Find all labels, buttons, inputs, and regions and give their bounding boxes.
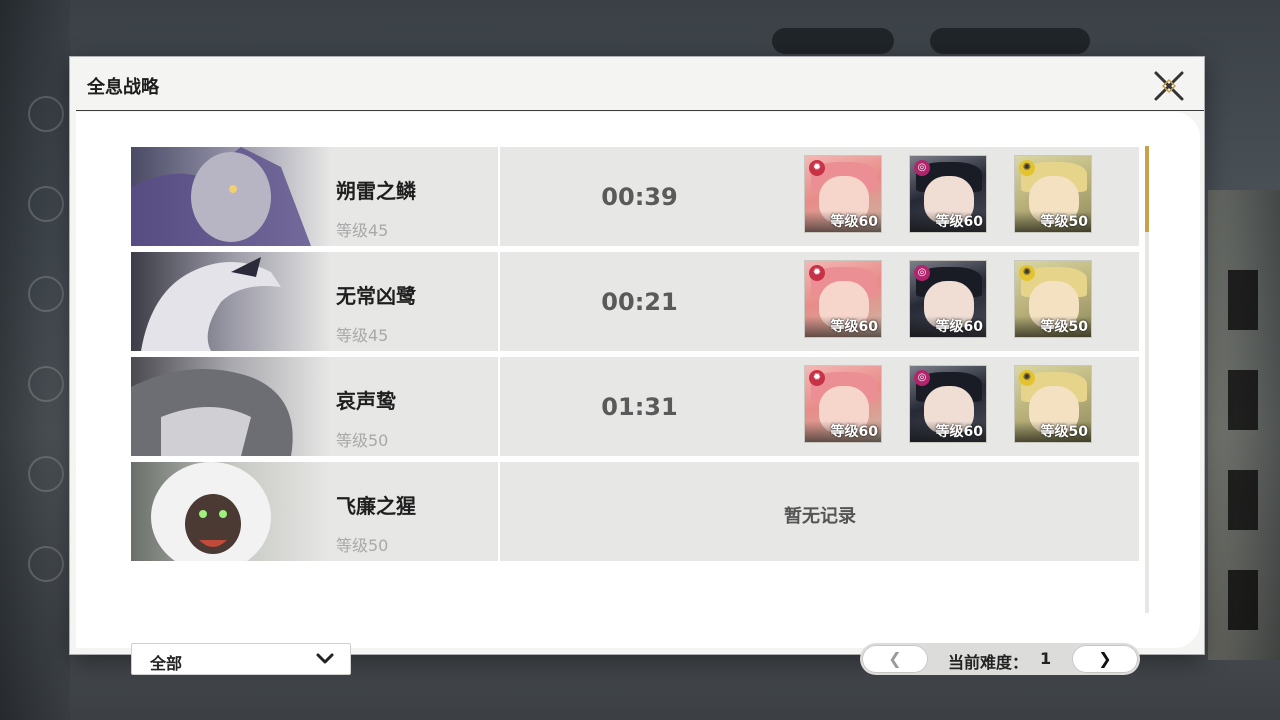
next-difficulty-button[interactable]: ❯ [1072,645,1138,673]
boss-row[interactable]: 飞廉之猩 等级50 暂无记录 [131,462,1139,561]
boss-name: 朔雷之鳞 [336,179,416,203]
character-level: 等级50 [1015,316,1091,337]
spectro-element-icon: ✺ [1019,370,1035,386]
team-character[interactable]: ✺ 等级50 [1014,365,1092,443]
filter-dropdown[interactable]: 全部 [131,643,351,675]
character-level: 等级50 [1015,421,1091,442]
character-level: 等级60 [805,211,881,232]
row-divider [498,147,500,246]
team-character[interactable]: ✹ 等级60 [804,365,882,443]
spectro-element-icon: ✺ [1019,160,1035,176]
boss-list[interactable]: 朔雷之鳞 等级45 00:39 ✹ 等级60 ◎ 等级60 ✺ 等级50 无常凶… [131,147,1151,614]
row-divider [498,462,500,561]
boss-name: 飞廉之猩 [336,494,416,518]
fusion-element-icon: ✹ [809,370,825,386]
team-character[interactable]: ✹ 等级60 [804,260,882,338]
boss-name: 无常凶鹭 [336,284,416,308]
background-sidebar-icon [28,546,64,582]
character-level: 等级60 [910,316,986,337]
character-level: 等级60 [910,421,986,442]
havoc-element-icon: ◎ [914,160,930,176]
previous-difficulty-button[interactable]: ❮ [862,645,928,673]
close-button[interactable] [1152,69,1186,103]
scrollbar-thumb[interactable] [1145,146,1149,232]
fusion-element-icon: ✹ [809,265,825,281]
team-character[interactable]: ◎ 等级60 [909,260,987,338]
team-character[interactable]: ✺ 等级50 [1014,155,1092,233]
clear-time: 00:39 [601,183,678,211]
difficulty-pager: ❮ 当前难度： 1 ❯ [860,643,1140,675]
boss-level: 等级45 [336,221,389,240]
character-level: 等级60 [805,316,881,337]
boss-name: 哀声鸷 [336,389,396,413]
dialog-title: 全息战略 [87,77,159,98]
background-sidebar-icon [28,366,64,402]
character-level: 等级60 [910,211,986,232]
background-block [1228,470,1258,530]
boss-portrait [131,147,331,246]
boss-level: 等级50 [336,431,389,450]
title-divider [76,110,1204,111]
content-panel: 朔雷之鳞 等级45 00:39 ✹ 等级60 ◎ 等级60 ✺ 等级50 无常凶… [76,112,1200,675]
row-divider [498,252,500,351]
background-block [1228,270,1258,330]
character-level: 等级50 [1015,211,1091,232]
no-record-text: 暂无记录 [784,506,856,527]
team-character[interactable]: ◎ 等级60 [909,365,987,443]
row-divider [498,357,500,456]
team-character[interactable]: ◎ 等级60 [909,155,987,233]
list-scrollbar[interactable] [1145,146,1149,613]
background-sidebar [0,0,70,720]
difficulty-value: 1 [1040,649,1052,668]
havoc-element-icon: ◎ [914,370,930,386]
chevron-down-icon [316,653,334,664]
clear-time: 01:31 [601,393,678,421]
background-sidebar-icon [28,276,64,312]
background-sidebar-icon [28,96,64,132]
filter-selected-value: 全部 [150,654,183,673]
boss-row[interactable]: 朔雷之鳞 等级45 00:39 ✹ 等级60 ◎ 等级60 ✺ 等级50 [131,147,1139,246]
boss-row[interactable]: 无常凶鹭 等级45 00:21 ✹ 等级60 ◎ 等级60 ✺ 等级50 [131,252,1139,351]
boss-portrait [131,357,331,456]
boss-level: 等级45 [336,326,389,345]
background-block [1228,570,1258,630]
character-level: 等级60 [805,421,881,442]
boss-row[interactable]: 哀声鸷 等级50 01:31 ✹ 等级60 ◎ 等级60 ✺ 等级50 [131,357,1139,456]
team-character[interactable]: ✺ 等级50 [1014,260,1092,338]
team-character[interactable]: ✹ 等级60 [804,155,882,233]
background-currency-pill [772,28,894,54]
background-block [1228,370,1258,430]
background-stamina-pill [930,28,1090,54]
close-icon [1154,71,1184,101]
difficulty-label: 当前难度： [948,653,1029,672]
boss-level: 等级50 [336,536,389,555]
boss-portrait [131,252,331,351]
spectro-element-icon: ✺ [1019,265,1035,281]
havoc-element-icon: ◎ [914,265,930,281]
background-right-column [1208,190,1280,660]
background-sidebar-icon [28,186,64,222]
fusion-element-icon: ✹ [809,160,825,176]
background-sidebar-icon [28,456,64,492]
holographic-strategy-dialog: 全息战略 朔雷之鳞 等级45 00:39 ✹ 等级60 ◎ 等级60 ✺ 等级5… [70,57,1204,675]
clear-time: 00:21 [601,288,678,316]
boss-portrait [131,462,331,561]
